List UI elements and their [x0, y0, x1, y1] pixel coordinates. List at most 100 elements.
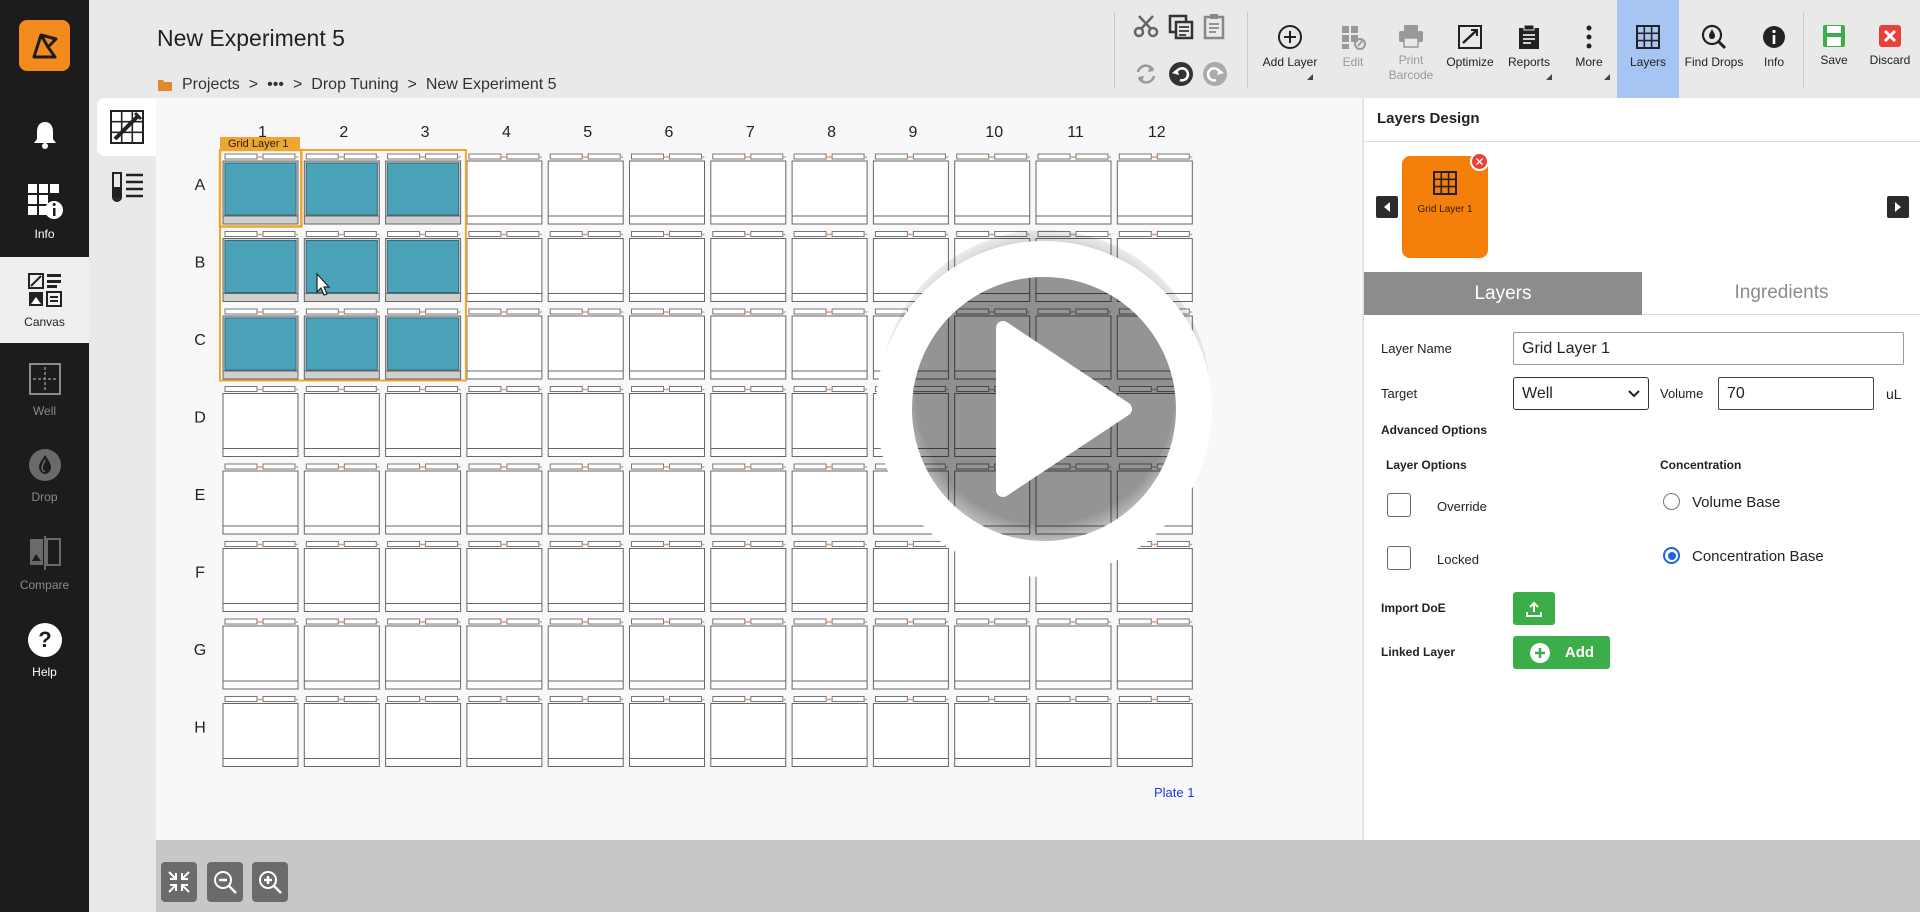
drop-slot[interactable] — [425, 231, 459, 237]
layer-prev-button[interactable] — [1376, 196, 1398, 218]
reservoir[interactable] — [466, 625, 543, 690]
well[interactable] — [222, 231, 299, 302]
drop-slot[interactable] — [387, 386, 421, 392]
well[interactable] — [385, 541, 462, 612]
column-header[interactable]: 12 — [1148, 124, 1166, 141]
drop-slot[interactable] — [912, 696, 946, 702]
well[interactable] — [629, 231, 705, 302]
drop-slot[interactable] — [587, 386, 621, 392]
drop-slot[interactable] — [224, 463, 258, 470]
drop-slot[interactable] — [831, 463, 865, 470]
drop-slot[interactable] — [1118, 618, 1152, 625]
well[interactable] — [547, 231, 624, 302]
drop-slot[interactable] — [224, 231, 258, 237]
column-header[interactable]: 5 — [583, 124, 592, 141]
drop-slot[interactable] — [506, 618, 540, 625]
drop-slot[interactable] — [912, 231, 946, 237]
drop-slot[interactable] — [1037, 696, 1071, 702]
well[interactable] — [222, 618, 299, 690]
drop-slot[interactable] — [343, 463, 377, 470]
well[interactable] — [710, 386, 787, 457]
drop-slot[interactable] — [874, 696, 908, 702]
app-logo[interactable] — [19, 20, 70, 71]
tab-ingredients[interactable]: Ingredients — [1642, 272, 1920, 315]
drop-slot[interactable] — [425, 386, 459, 392]
well[interactable] — [303, 696, 380, 767]
drop-slot[interactable] — [425, 696, 459, 702]
reservoir[interactable] — [547, 470, 624, 535]
well[interactable] — [385, 696, 462, 767]
drop-slot[interactable] — [387, 618, 421, 625]
reservoir[interactable] — [385, 470, 462, 535]
well[interactable] — [791, 696, 868, 767]
drop-slot[interactable] — [750, 463, 784, 470]
well[interactable] — [629, 386, 705, 457]
reservoir[interactable] — [710, 315, 787, 380]
drop-slot[interactable] — [831, 541, 865, 547]
well[interactable] — [710, 308, 787, 380]
drop-slot[interactable] — [1118, 696, 1152, 702]
drop-slot[interactable] — [994, 696, 1028, 702]
drop-slot[interactable] — [912, 618, 946, 625]
reservoir[interactable] — [1035, 625, 1112, 690]
drop-slot[interactable] — [1156, 696, 1190, 702]
row-header[interactable]: H — [194, 720, 206, 737]
well[interactable] — [303, 231, 380, 302]
copy-icon[interactable] — [1168, 14, 1194, 40]
nav-notifications[interactable] — [0, 92, 89, 178]
well[interactable] — [710, 696, 787, 767]
info-button[interactable]: Info — [1749, 0, 1799, 98]
drop-slot[interactable] — [305, 541, 339, 547]
find-drops-button[interactable]: Find Drops — [1681, 0, 1747, 98]
more-button[interactable]: More — [1561, 0, 1617, 98]
drop-slot[interactable] — [750, 231, 784, 237]
reservoir[interactable] — [466, 470, 543, 535]
drop-slot[interactable] — [956, 696, 990, 702]
well[interactable] — [791, 386, 868, 457]
well[interactable] — [222, 308, 299, 380]
reservoir[interactable] — [710, 470, 787, 535]
reservoir[interactable] — [385, 625, 462, 690]
reservoir[interactable] — [629, 238, 705, 302]
drop-slot[interactable] — [750, 696, 784, 702]
reservoir[interactable] — [466, 160, 543, 225]
drop-slot[interactable] — [631, 386, 664, 392]
reservoir[interactable] — [466, 315, 543, 380]
reservoir[interactable] — [872, 160, 949, 225]
reservoir[interactable] — [1035, 703, 1112, 767]
drop-slot[interactable] — [874, 231, 908, 237]
reservoir[interactable] — [791, 470, 868, 535]
well[interactable] — [1116, 618, 1193, 690]
drop-slot[interactable] — [631, 153, 664, 160]
drop-slot[interactable] — [631, 308, 664, 315]
drop-slot[interactable] — [1156, 618, 1190, 625]
drop-slot[interactable] — [425, 153, 459, 160]
well[interactable] — [303, 386, 380, 457]
drop-slot[interactable] — [712, 231, 746, 237]
drop-slot[interactable] — [305, 231, 339, 237]
reservoir[interactable] — [791, 703, 868, 767]
reservoir[interactable] — [222, 470, 299, 535]
drop-slot[interactable] — [343, 618, 377, 625]
well[interactable] — [303, 308, 380, 380]
row-header[interactable]: C — [194, 332, 206, 349]
drop-slot[interactable] — [224, 541, 258, 547]
row-header[interactable]: E — [195, 487, 206, 504]
well[interactable] — [547, 463, 624, 535]
reservoir[interactable] — [791, 238, 868, 302]
drop-slot[interactable] — [468, 153, 502, 160]
well[interactable] — [710, 618, 787, 690]
drop-slot[interactable] — [343, 231, 377, 237]
well[interactable] — [791, 308, 868, 380]
drop-slot[interactable] — [387, 463, 421, 470]
drop-slot[interactable] — [631, 541, 664, 547]
drop-slot[interactable] — [262, 463, 296, 470]
drop-slot[interactable] — [549, 463, 583, 470]
locked-checkbox[interactable] — [1387, 546, 1411, 570]
drop-slot[interactable] — [305, 696, 339, 702]
reservoir[interactable] — [629, 548, 705, 612]
well[interactable] — [547, 386, 624, 457]
reservoir[interactable] — [629, 470, 705, 535]
drop-slot[interactable] — [587, 153, 621, 160]
drop-slot[interactable] — [793, 618, 827, 625]
